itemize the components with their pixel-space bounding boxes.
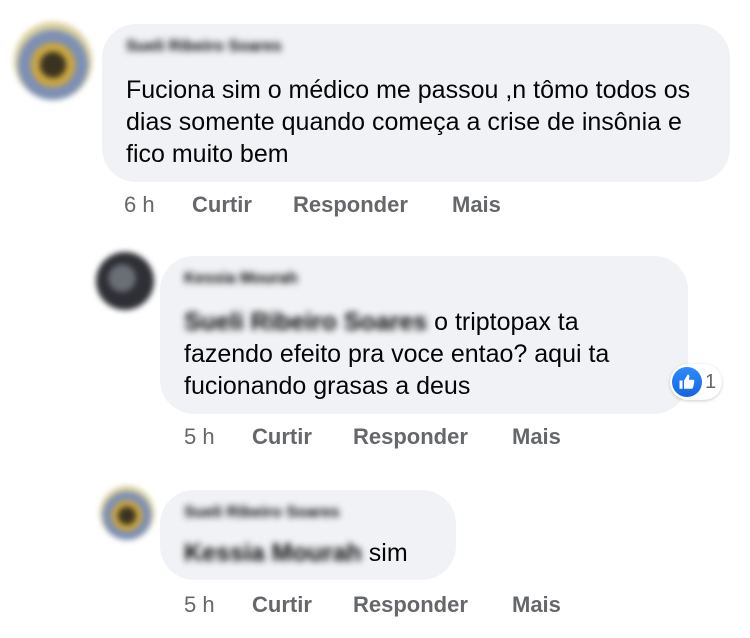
like-button[interactable]: Curtir (252, 424, 353, 450)
reply-button[interactable]: Responder (353, 424, 512, 450)
comment-author[interactable]: Sueli Ribeiro Soares (184, 504, 340, 522)
avatar[interactable] (14, 22, 92, 100)
more-button[interactable]: Mais (512, 592, 561, 618)
comment-timestamp[interactable]: 5 h (184, 424, 252, 450)
reaction-summary[interactable]: 1 (670, 364, 723, 400)
comment-actions: 5 h Curtir Responder Mais (184, 424, 561, 450)
like-button[interactable]: Curtir (192, 192, 293, 218)
comment-body: sim (368, 539, 408, 567)
like-button[interactable]: Curtir (252, 592, 353, 618)
comment-actions: 5 h Curtir Responder Mais (184, 592, 561, 618)
comment-author[interactable]: Kessia Mourah (184, 270, 298, 288)
reply-button[interactable]: Responder (293, 192, 452, 218)
comment-text: Fuciona sim o médico me passou ,n tômo t… (126, 76, 691, 168)
mention-link[interactable]: Sueli Ribeiro Soares (184, 308, 427, 336)
comment-timestamp[interactable]: 5 h (184, 592, 252, 618)
more-button[interactable]: Mais (512, 424, 561, 450)
more-button[interactable]: Mais (452, 192, 501, 218)
comment-text: Kessia Mourah sim (184, 537, 444, 569)
comment-timestamp[interactable]: 6 h (124, 192, 192, 218)
comment-author[interactable]: Sueli Ribeiro Soares (126, 38, 282, 56)
comment-actions: 6 h Curtir Responder Mais (124, 192, 501, 218)
reaction-count: 1 (705, 370, 717, 393)
avatar[interactable] (100, 486, 154, 540)
avatar[interactable] (96, 252, 154, 310)
reply-button[interactable]: Responder (353, 592, 512, 618)
mention-link[interactable]: Kessia Mourah (184, 539, 362, 567)
comment-text: Sueli Ribeiro Soares o triptopax ta faze… (184, 306, 664, 402)
like-icon (672, 367, 702, 397)
